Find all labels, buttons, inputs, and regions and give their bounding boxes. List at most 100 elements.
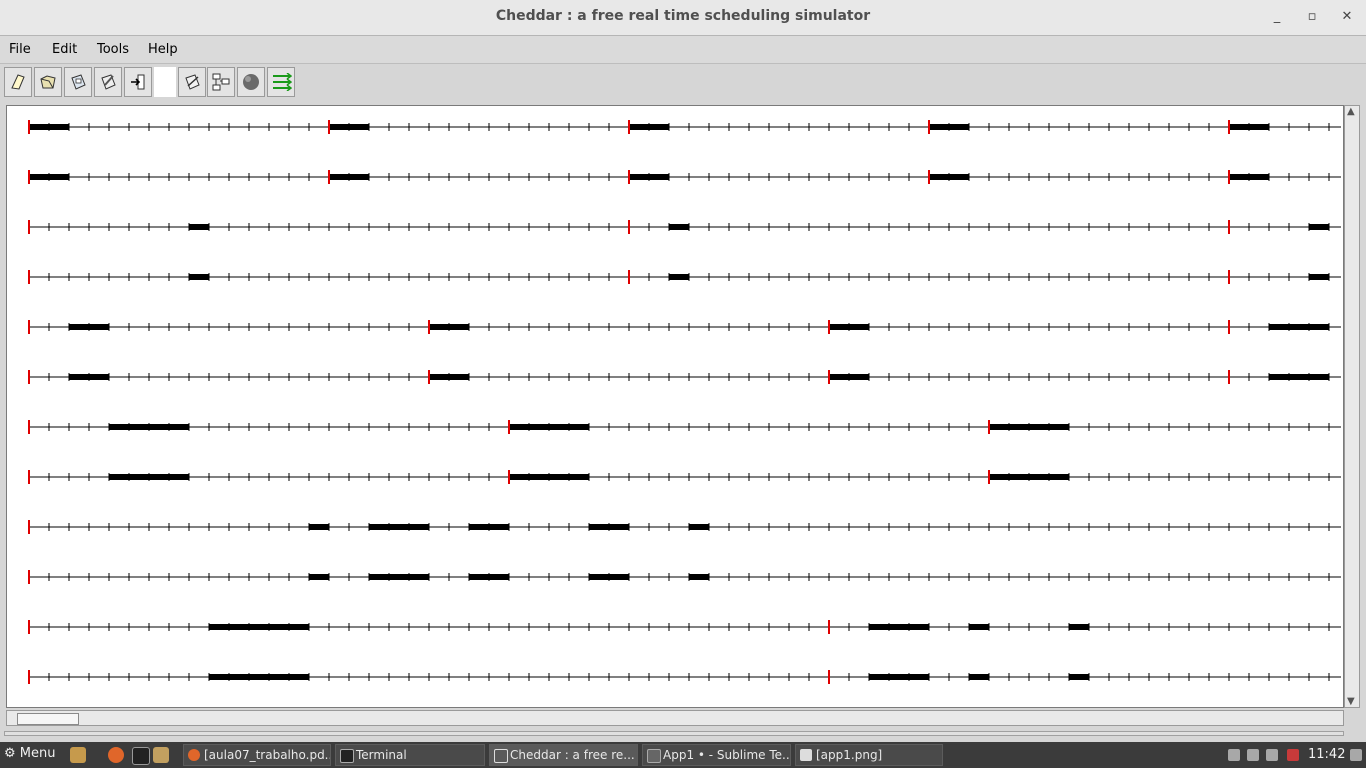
menu-edit[interactable]: Edit xyxy=(52,42,77,57)
execution-bar xyxy=(969,624,989,630)
execution-bar xyxy=(1229,174,1269,180)
camera-launcher-icon[interactable] xyxy=(70,747,86,763)
execution-bar xyxy=(929,174,969,180)
scroll-up-arrow-icon[interactable]: ▲ xyxy=(1347,106,1355,117)
menu-tools[interactable]: Tools xyxy=(97,42,129,57)
execution-bar xyxy=(989,424,1069,430)
schedule-arrows-icon xyxy=(273,73,292,91)
execution-bar xyxy=(29,174,69,180)
simulation-button[interactable] xyxy=(237,67,265,97)
scroll-down-arrow-icon[interactable]: ▼ xyxy=(1347,696,1355,707)
toolbar xyxy=(0,64,1366,102)
edit-system-button[interactable] xyxy=(178,67,206,97)
save-file-button[interactable] xyxy=(64,67,92,97)
exit-icon xyxy=(131,74,145,90)
new-file-icon xyxy=(11,74,25,90)
execution-bar xyxy=(69,324,109,330)
scheduling-canvas[interactable] xyxy=(6,105,1344,708)
close-button[interactable]: ✕ xyxy=(1337,8,1357,26)
folder-launcher-icon[interactable] xyxy=(153,747,169,763)
taskbar-window-label: App1 • - Sublime Te... xyxy=(663,748,791,762)
show-desktop-icon[interactable] xyxy=(1350,749,1362,761)
window-icon xyxy=(494,749,508,763)
horizontal-scroll-thumb[interactable] xyxy=(17,713,79,725)
vertical-scrollbar[interactable]: ▲ ▼ xyxy=(1344,105,1360,708)
save-file-icon xyxy=(71,74,86,90)
execution-bar xyxy=(629,124,669,130)
execution-bar xyxy=(369,524,429,530)
horizontal-scrollbar[interactable] xyxy=(6,710,1344,726)
execution-bar xyxy=(929,124,969,130)
execution-bar xyxy=(989,474,1069,480)
start-menu-label: Menu xyxy=(19,746,56,761)
execution-bar xyxy=(969,674,989,680)
edit-file-button[interactable] xyxy=(94,67,122,97)
execution-bar xyxy=(469,574,509,580)
taskbar-window-cheddar[interactable]: Cheddar : a free re... xyxy=(489,744,638,766)
toolbar-blank-field xyxy=(154,67,176,97)
taskbar-window-label: [aula07_trabalho.pd... xyxy=(204,748,331,762)
taskbar-window-label: Cheddar : a free re... xyxy=(510,748,635,762)
execution-bar xyxy=(1269,374,1329,380)
scheduling-timeline xyxy=(28,120,1341,684)
terminal-icon xyxy=(340,749,354,763)
execution-bar xyxy=(29,124,69,130)
execution-bar xyxy=(469,524,509,530)
execution-bar xyxy=(509,424,589,430)
execution-bar xyxy=(509,474,589,480)
execution-bar xyxy=(189,274,209,280)
execution-bar xyxy=(689,524,709,530)
terminal-launcher-icon[interactable] xyxy=(132,747,150,765)
execution-bar xyxy=(1069,674,1089,680)
scheduling-button[interactable] xyxy=(267,67,295,97)
exit-button[interactable] xyxy=(124,67,152,97)
menu-help[interactable]: Help xyxy=(148,42,178,57)
title-bar: Cheddar : a free real time scheduling si… xyxy=(0,0,1366,36)
network-tray-icon[interactable] xyxy=(1247,749,1259,761)
shield-tray-icon[interactable] xyxy=(1287,749,1299,761)
volume-tray-icon[interactable] xyxy=(1266,749,1278,761)
execution-bar xyxy=(329,174,369,180)
execution-bar xyxy=(869,624,929,630)
maximize-button[interactable]: ▫ xyxy=(1302,8,1322,26)
execution-bar xyxy=(109,424,189,430)
execution-bar xyxy=(1309,224,1329,230)
execution-bar xyxy=(209,674,309,680)
execution-bar xyxy=(69,374,109,380)
minimize-button[interactable]: _ xyxy=(1267,8,1287,26)
edit-system-icon xyxy=(185,74,200,90)
user-tray-icon[interactable] xyxy=(1228,749,1240,761)
start-menu-button[interactable]: ⚙ Menu xyxy=(4,746,56,761)
execution-bar xyxy=(689,574,709,580)
taskbar-window-label: [app1.png] xyxy=(816,748,883,762)
edit-file-icon xyxy=(101,74,116,90)
execution-bar xyxy=(829,374,869,380)
execution-bar xyxy=(869,674,929,680)
execution-bar xyxy=(1269,324,1329,330)
execution-bar xyxy=(1309,274,1329,280)
sphere-icon xyxy=(243,74,259,90)
new-file-button[interactable] xyxy=(4,67,32,97)
architecture-icon xyxy=(212,73,230,91)
execution-bar xyxy=(429,374,469,380)
taskbar-window-sublime[interactable]: App1 • - Sublime Te... xyxy=(642,744,791,766)
taskbar: ⚙ Menu [aula07_trabalho.pd... Terminal C… xyxy=(0,742,1366,768)
sublime-icon xyxy=(647,749,661,763)
firefox-launcher-icon[interactable] xyxy=(108,747,124,763)
execution-bar xyxy=(429,324,469,330)
taskbar-window-image[interactable]: [app1.png] xyxy=(795,744,943,766)
menu-file[interactable]: File xyxy=(9,42,31,57)
execution-bar xyxy=(369,574,429,580)
taskbar-window-pdf[interactable]: [aula07_trabalho.pd... xyxy=(183,744,331,766)
taskbar-window-terminal[interactable]: Terminal xyxy=(335,744,485,766)
image-viewer-icon xyxy=(800,749,812,761)
open-file-button[interactable] xyxy=(34,67,62,97)
architecture-button[interactable] xyxy=(207,67,235,97)
execution-bar xyxy=(1069,624,1089,630)
execution-bar xyxy=(629,174,669,180)
open-file-icon xyxy=(40,75,56,89)
execution-bar xyxy=(309,574,329,580)
split-divider[interactable] xyxy=(4,731,1344,736)
execution-bar xyxy=(669,224,689,230)
execution-bar xyxy=(589,524,629,530)
